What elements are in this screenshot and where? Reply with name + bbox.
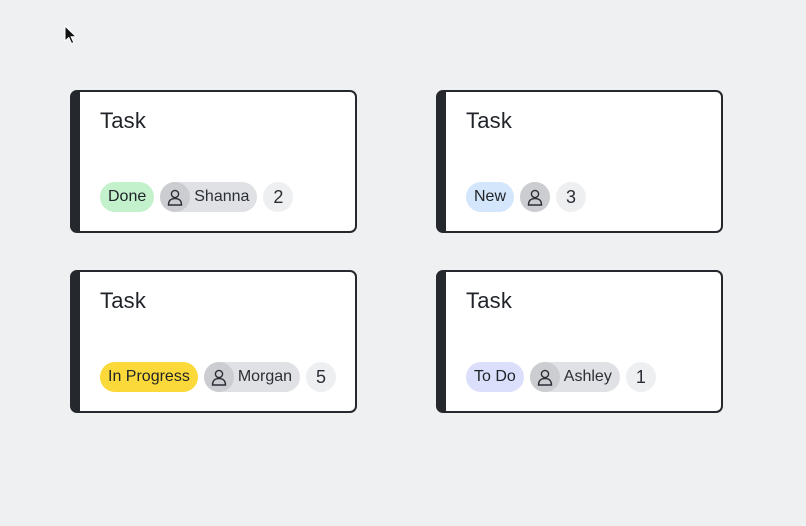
task-title: Task (100, 108, 147, 133)
assignee-chip[interactable]: Morgan (203, 362, 301, 392)
task-meta: New 3 (466, 182, 587, 212)
status-badge[interactable]: To Do (466, 362, 524, 392)
assignee-chip[interactable] (520, 182, 551, 212)
user-icon (203, 362, 234, 392)
task-card[interactable]: Task Done Shanna 2 (70, 90, 357, 233)
assignee-name: Ashley (563, 368, 612, 385)
task-count: 3 (556, 182, 587, 212)
assignee-name: Morgan (237, 368, 293, 385)
status-badge[interactable]: Done (100, 182, 155, 212)
task-count: 5 (306, 362, 337, 392)
status-badge[interactable]: New (466, 182, 515, 212)
status-badge[interactable]: In Progress (100, 362, 198, 392)
user-icon (520, 182, 551, 212)
user-icon (160, 182, 191, 212)
task-meta: To Do Ashley 1 (466, 362, 656, 392)
mouse-pointer-icon (64, 25, 78, 45)
assignee-chip[interactable]: Shanna (160, 182, 258, 212)
task-title: Task (466, 288, 513, 313)
task-count: 2 (263, 182, 294, 212)
task-title: Task (100, 288, 147, 313)
task-meta: In Progress Morgan 5 (100, 362, 337, 392)
task-meta: Done Shanna 2 (100, 182, 294, 212)
assignee-chip[interactable]: Ashley (529, 362, 620, 392)
user-icon (529, 362, 560, 392)
task-title: Task (466, 108, 513, 133)
task-card[interactable]: Task In Progress Morgan 5 (70, 270, 357, 413)
task-card[interactable]: Task New 3 (436, 90, 723, 233)
task-count: 1 (625, 362, 656, 392)
task-card[interactable]: Task To Do Ashley 1 (436, 270, 723, 413)
assignee-name: Shanna (194, 188, 250, 205)
